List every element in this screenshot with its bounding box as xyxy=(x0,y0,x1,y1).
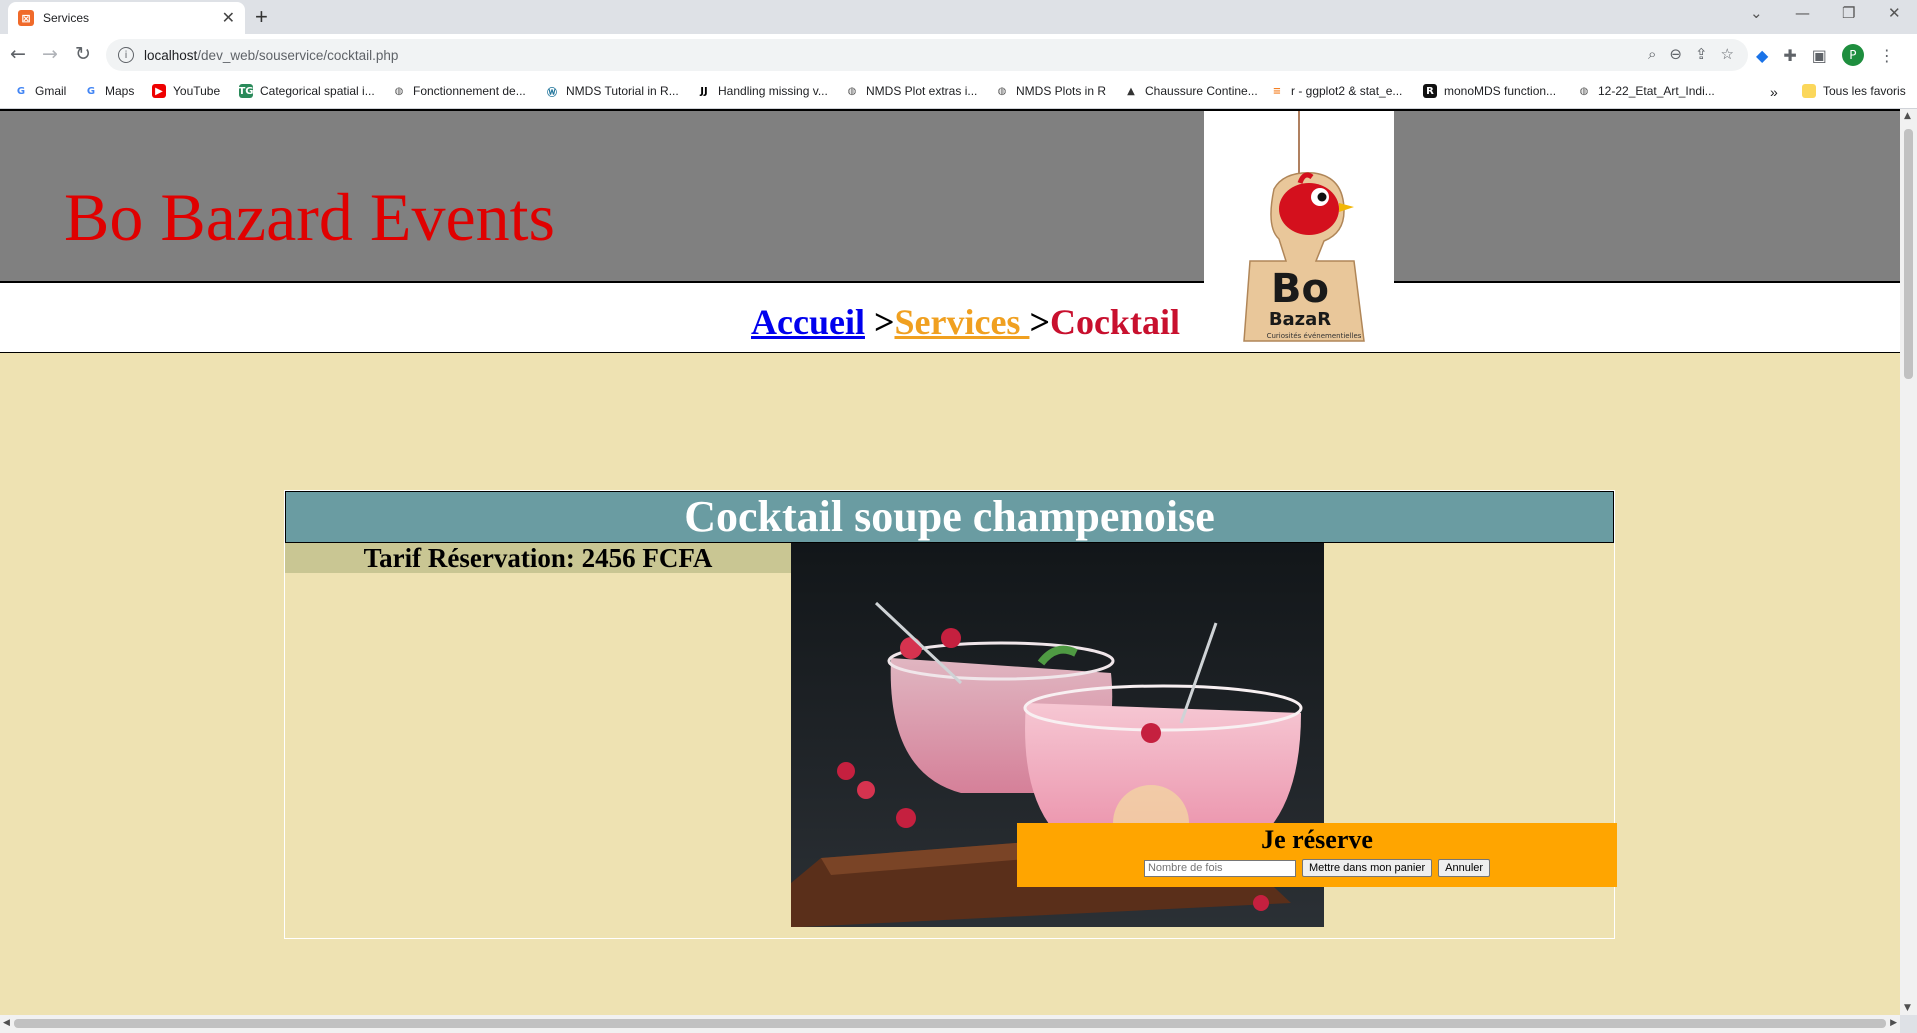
wordpress-icon: Ⓦ xyxy=(547,87,557,99)
logo-line1: Bo xyxy=(1271,266,1329,312)
bookmark-item[interactable]: ◍ NMDS Plots in R xyxy=(995,84,1106,98)
breadcrumb-separator: > xyxy=(864,302,895,342)
site-info-icon[interactable]: i xyxy=(118,47,134,63)
bookmark-item[interactable]: JJ Handling missing v... xyxy=(697,84,828,98)
scroll-down-icon[interactable]: ▼ xyxy=(1904,1003,1911,1013)
bookmark-item[interactable]: ≡ r - ggplot2 & stat_e... xyxy=(1270,84,1403,98)
reservation-form: Je réserve Mettre dans mon panier Annule… xyxy=(1017,823,1617,887)
scroll-up-icon[interactable]: ▲ xyxy=(1904,111,1911,121)
breadcrumb-current: Cocktail xyxy=(1049,302,1180,342)
globe-icon: ◍ xyxy=(1579,85,1589,97)
xampp-icon: ⊠ xyxy=(18,10,34,26)
tg-icon: TG xyxy=(238,84,254,98)
breadcrumb-services-link[interactable]: Services xyxy=(894,302,1029,342)
bookmark-item[interactable]: ▲ Chaussure Contine... xyxy=(1124,84,1258,98)
minimize-icon[interactable]: — xyxy=(1795,4,1810,22)
bookmark-item[interactable]: ◍ Fonctionnement de... xyxy=(392,84,526,98)
url-text[interactable]: localhost/dev_web/souservice/cocktail.ph… xyxy=(144,48,398,63)
breadcrumb: Accueil >Services >Cocktail xyxy=(751,301,1180,343)
close-tab-icon[interactable]: ✕ xyxy=(222,8,235,28)
tab-strip: ⊠ Services ✕ + ⌄ — ❐ ✕ xyxy=(0,0,1917,34)
scroll-right-icon[interactable]: ▶ xyxy=(1890,1018,1897,1028)
bookmark-item[interactable]: TG Categorical spatial i... xyxy=(238,84,375,98)
bookmark-item[interactable]: ▶ YouTube xyxy=(152,84,220,98)
puzzle-icon[interactable]: ✚ xyxy=(1783,46,1796,65)
site-title: Bo Bazard Events xyxy=(64,179,555,255)
bookmark-item[interactable]: RmonoMDS function... xyxy=(1423,84,1556,98)
bookmark-item[interactable]: Ⓦ NMDS Tutorial in R... xyxy=(545,84,679,99)
globe-icon: ◍ xyxy=(394,85,404,97)
globe-icon: ◍ xyxy=(997,85,1007,97)
mountain-icon: ▲ xyxy=(1127,85,1135,97)
bookmark-item[interactable]: G Maps xyxy=(84,84,134,98)
horizontal-scroll-thumb[interactable] xyxy=(14,1019,1886,1028)
product-price: Tarif Réservation: 2456 FCFA xyxy=(285,543,791,573)
browser-tab[interactable]: ⊠ Services ✕ xyxy=(8,2,245,34)
bookmarks-overflow-icon[interactable]: » xyxy=(1770,84,1778,100)
folder-icon xyxy=(1802,84,1816,98)
logo-tagline: Curiosités événementielles xyxy=(1267,332,1362,340)
stackoverflow-icon: ≡ xyxy=(1272,85,1282,97)
zoom-icon[interactable]: ⊖ xyxy=(1669,45,1682,63)
bookmark-item[interactable]: ◍ NMDS Plot extras i... xyxy=(845,84,978,98)
breadcrumb-bar: Accueil >Services >Cocktail xyxy=(0,283,1900,353)
site-logo[interactable]: Bo BazaR Curiosités événementielles xyxy=(1204,111,1394,351)
logo-line2: BazaR xyxy=(1269,309,1331,330)
jj-icon: JJ xyxy=(700,85,708,97)
r-icon: R xyxy=(1423,84,1437,98)
all-bookmarks-folder[interactable]: Tous les favoris xyxy=(1802,84,1906,98)
reload-icon[interactable]: ↻ xyxy=(75,43,91,65)
address-bar[interactable]: i localhost/dev_web/souservice/cocktail.… xyxy=(106,39,1748,71)
tab-title: Services xyxy=(43,11,90,25)
new-tab-icon[interactable]: + xyxy=(255,4,268,30)
bookmark-item[interactable]: ◍ 12-22_Etat_Art_Indi... xyxy=(1577,84,1715,98)
youtube-icon: ▶ xyxy=(152,84,166,98)
share-icon[interactable]: ⇪ xyxy=(1695,45,1708,63)
product-title: Cocktail soupe champenoise xyxy=(285,491,1614,543)
avatar[interactable]: P xyxy=(1841,44,1864,66)
restore-icon[interactable]: ❐ xyxy=(1842,4,1855,22)
reservation-title: Je réserve xyxy=(1261,825,1373,854)
site-header: Bo Bazard Events xyxy=(0,109,1900,283)
forward-icon[interactable]: → xyxy=(42,43,58,65)
side-panel-icon[interactable]: ▣ xyxy=(1812,46,1827,65)
back-icon[interactable]: ← xyxy=(10,43,26,65)
globe-icon: ◍ xyxy=(847,85,857,97)
search-icon[interactable]: ⌕ xyxy=(1648,45,1656,63)
tab-search-icon[interactable]: ⌄ xyxy=(1750,4,1763,22)
breadcrumb-separator: > xyxy=(1029,302,1050,342)
google-icon: G xyxy=(16,85,26,97)
scroll-left-icon[interactable]: ◀ xyxy=(3,1018,10,1028)
close-window-icon[interactable]: ✕ xyxy=(1888,4,1901,22)
browser-toolbar: ← → ↻ i localhost/dev_web/souservice/coc… xyxy=(0,34,1917,76)
vertical-scrollbar[interactable]: ▲ ▼ xyxy=(1900,109,1917,1015)
bookmarks-bar: G Gmail G Maps ▶ YouTube TG Categorical spat… xyxy=(0,76,1917,109)
extension-icon[interactable]: ◆ xyxy=(1756,46,1768,65)
reservation-controls: Mettre dans mon panier Annuler xyxy=(1017,859,1617,877)
add-to-cart-button[interactable]: Mettre dans mon panier xyxy=(1301,859,1433,877)
google-icon: G xyxy=(86,85,96,97)
bookmark-star-icon[interactable]: ☆ xyxy=(1721,45,1734,63)
quantity-input[interactable] xyxy=(1143,859,1296,877)
bookmark-item[interactable]: G Gmail xyxy=(14,84,66,98)
vertical-scroll-thumb[interactable] xyxy=(1904,129,1913,379)
bobazar-logo-icon: Bo BazaR Curiosités événementielles xyxy=(1243,111,1365,342)
cancel-button[interactable]: Annuler xyxy=(1438,859,1491,877)
horizontal-scrollbar[interactable]: ◀ ▶ xyxy=(0,1015,1900,1033)
menu-icon[interactable]: ⋮ xyxy=(1879,46,1895,65)
breadcrumb-home-link[interactable]: Accueil xyxy=(751,302,865,342)
